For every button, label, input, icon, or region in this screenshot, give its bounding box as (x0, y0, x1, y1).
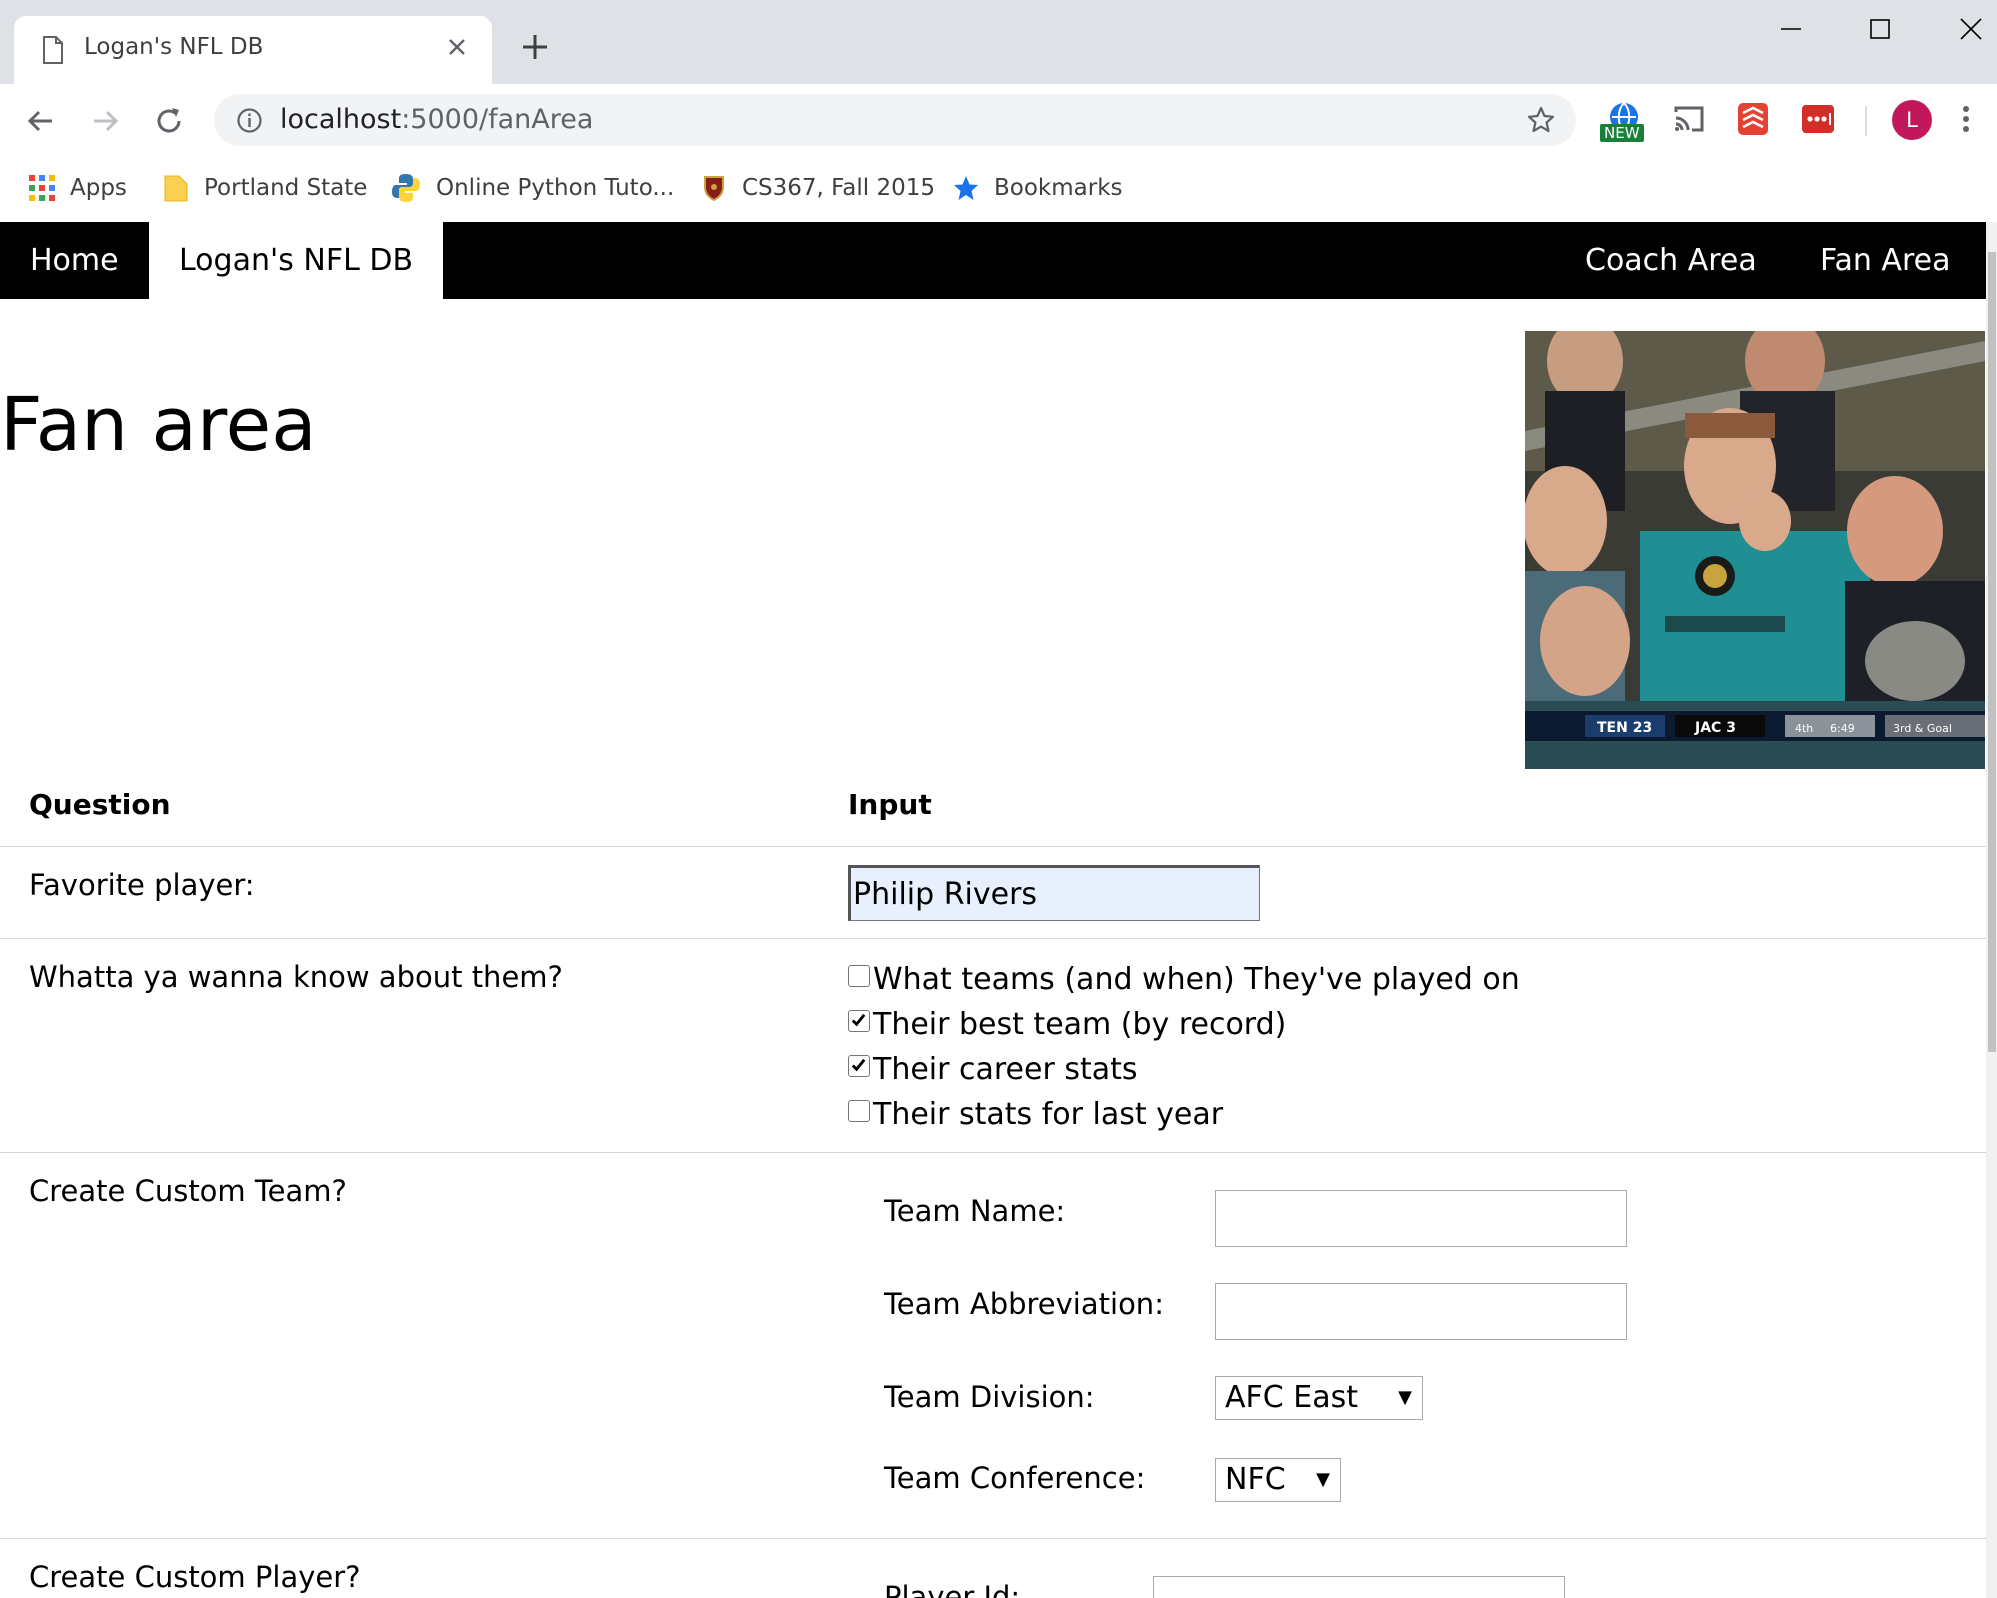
todoist-icon[interactable] (1732, 98, 1774, 140)
minimize-icon[interactable] (1776, 14, 1806, 44)
close-window-icon[interactable] (1956, 14, 1986, 44)
cast-icon[interactable] (1668, 98, 1710, 140)
option-last-year-stats[interactable]: Their stats for last year (848, 1094, 1223, 1134)
table-divider (0, 846, 1986, 847)
team-conference-label: Team Conference: (884, 1461, 1146, 1495)
url-text: localhost:5000/fanArea (280, 104, 593, 135)
document-icon (43, 36, 63, 64)
custom-player-label: Create Custom Player? (29, 1560, 361, 1594)
folder-icon (164, 175, 188, 202)
score-quarter: 4th (1795, 722, 1813, 735)
maximize-icon[interactable] (1865, 14, 1895, 44)
url-host: localhost (280, 104, 402, 135)
checkbox-unchecked[interactable] (848, 965, 870, 987)
profile-avatar[interactable]: L (1892, 100, 1932, 140)
option-career-stats[interactable]: Their career stats (848, 1049, 1138, 1089)
custom-team-label: Create Custom Team? (29, 1174, 347, 1208)
team-name-input[interactable] (1215, 1190, 1627, 1247)
back-arrow-icon[interactable] (24, 104, 58, 138)
table-divider (0, 1152, 1986, 1153)
info-icon[interactable] (236, 107, 263, 134)
browser-tab[interactable]: Logan's NFL DB (14, 16, 492, 84)
selected-value: NFC (1225, 1462, 1286, 1497)
selected-value: AFC East (1225, 1380, 1358, 1415)
bookmark-label: Portland State (204, 175, 368, 201)
favorite-player-input[interactable] (848, 865, 1260, 921)
bookmark-cs367[interactable]: CS367, Fall 2015 (700, 168, 935, 208)
nav-fan-area-link[interactable]: Fan Area (1790, 222, 1980, 299)
university-crest-icon (704, 176, 724, 202)
nav-brand-link[interactable]: Logan's NFL DB (149, 222, 444, 299)
nav-home-link[interactable]: Home (0, 222, 149, 299)
score-home: TEN 23 (1597, 720, 1652, 736)
table-divider (0, 1538, 1986, 1539)
python-logo-icon (392, 174, 420, 202)
bookmark-label: Bookmarks (994, 175, 1123, 201)
score-away: JAC 3 (1694, 720, 1736, 736)
favorite-player-label: Favorite player: (29, 868, 255, 902)
bookmark-label: Online Python Tuto... (436, 175, 675, 201)
dropdown-arrow-icon: ▼ (1316, 1469, 1330, 1490)
star-icon (954, 176, 978, 200)
bookmark-label: CS367, Fall 2015 (742, 175, 936, 201)
tab-title: Logan's NFL DB (84, 34, 264, 60)
menu-kebab-icon[interactable] (1952, 98, 1980, 140)
option-label: What teams (and when) They've played on (873, 961, 1520, 997)
top-navbar: Home Logan's NFL DB Coach Area Fan Area (0, 222, 1986, 299)
toolbar-separator (1865, 106, 1867, 136)
know-about-label: Whatta ya wanna know about them? (29, 960, 563, 994)
checkbox-checked[interactable] (848, 1055, 870, 1077)
checkbox-checked[interactable] (848, 1010, 870, 1032)
lastpass-icon[interactable] (1797, 98, 1839, 140)
player-id-input[interactable] (1153, 1576, 1565, 1598)
option-teams-played[interactable]: What teams (and when) They've played on (848, 959, 1520, 999)
score-down: 3rd & Goal (1893, 722, 1952, 735)
bookmark-apps[interactable]: Apps (28, 168, 127, 208)
bookmark-portland-state[interactable]: Portland State (162, 168, 367, 208)
team-abbreviation-input[interactable] (1215, 1283, 1627, 1340)
bookmark-star-icon[interactable] (1526, 105, 1556, 135)
new-tab-icon[interactable] (520, 32, 550, 62)
checkbox-unchecked[interactable] (848, 1100, 870, 1122)
nav-coach-area-link[interactable]: Coach Area (1555, 222, 1787, 299)
option-label: Their career stats (873, 1051, 1138, 1087)
checkmark-icon (851, 1013, 866, 1027)
score-clock: 6:49 (1830, 722, 1855, 735)
close-tab-icon[interactable] (444, 34, 470, 60)
option-label: Their stats for last year (873, 1096, 1224, 1132)
column-header-input: Input (848, 788, 932, 821)
browser-toolbar: localhost:5000/fanArea L (0, 84, 1997, 156)
scrollbar-thumb[interactable] (1988, 252, 1996, 1052)
team-division-label: Team Division: (884, 1380, 1095, 1414)
option-best-team[interactable]: Their best team (by record) (848, 1004, 1286, 1044)
page-scrollbar[interactable] (1986, 222, 1997, 1598)
url-path: :5000/fanArea (401, 104, 594, 135)
option-label: Their best team (by record) (873, 1006, 1287, 1042)
bookmark-folder-bookmarks[interactable]: Bookmarks (952, 168, 1123, 208)
reload-icon[interactable] (152, 104, 186, 138)
player-id-label: Player Id: (884, 1580, 1021, 1598)
bookmarks-bar: Apps Portland State Online Python Tuto..… (0, 156, 1997, 222)
bookmark-label: Apps (70, 175, 127, 201)
hero-fan-photo: TEN 23 JAC 3 4th 6:49 3rd & Goal (1525, 331, 1985, 769)
team-name-label: Team Name: (884, 1194, 1066, 1228)
page-title: Fan area (0, 382, 317, 468)
table-divider (0, 938, 1986, 939)
team-division-select[interactable]: AFC East ▼ (1215, 1376, 1423, 1420)
team-abbreviation-label: Team Abbreviation: (884, 1287, 1164, 1321)
browser-tabstrip: Logan's NFL DB (0, 0, 1997, 84)
dropdown-arrow-icon: ▼ (1398, 1387, 1412, 1408)
address-bar[interactable]: localhost:5000/fanArea (214, 94, 1576, 146)
column-header-question: Question (29, 788, 171, 821)
web-page: Home Logan's NFL DB Coach Area Fan Area … (0, 222, 1986, 1598)
extension-new-badge: NEW (1600, 124, 1644, 142)
bookmark-python-tutor[interactable]: Online Python Tuto... (390, 168, 674, 208)
checkmark-icon (851, 1058, 866, 1072)
apps-grid-icon (29, 175, 55, 201)
team-conference-select[interactable]: NFC ▼ (1215, 1458, 1341, 1502)
forward-arrow-icon[interactable] (88, 104, 122, 138)
